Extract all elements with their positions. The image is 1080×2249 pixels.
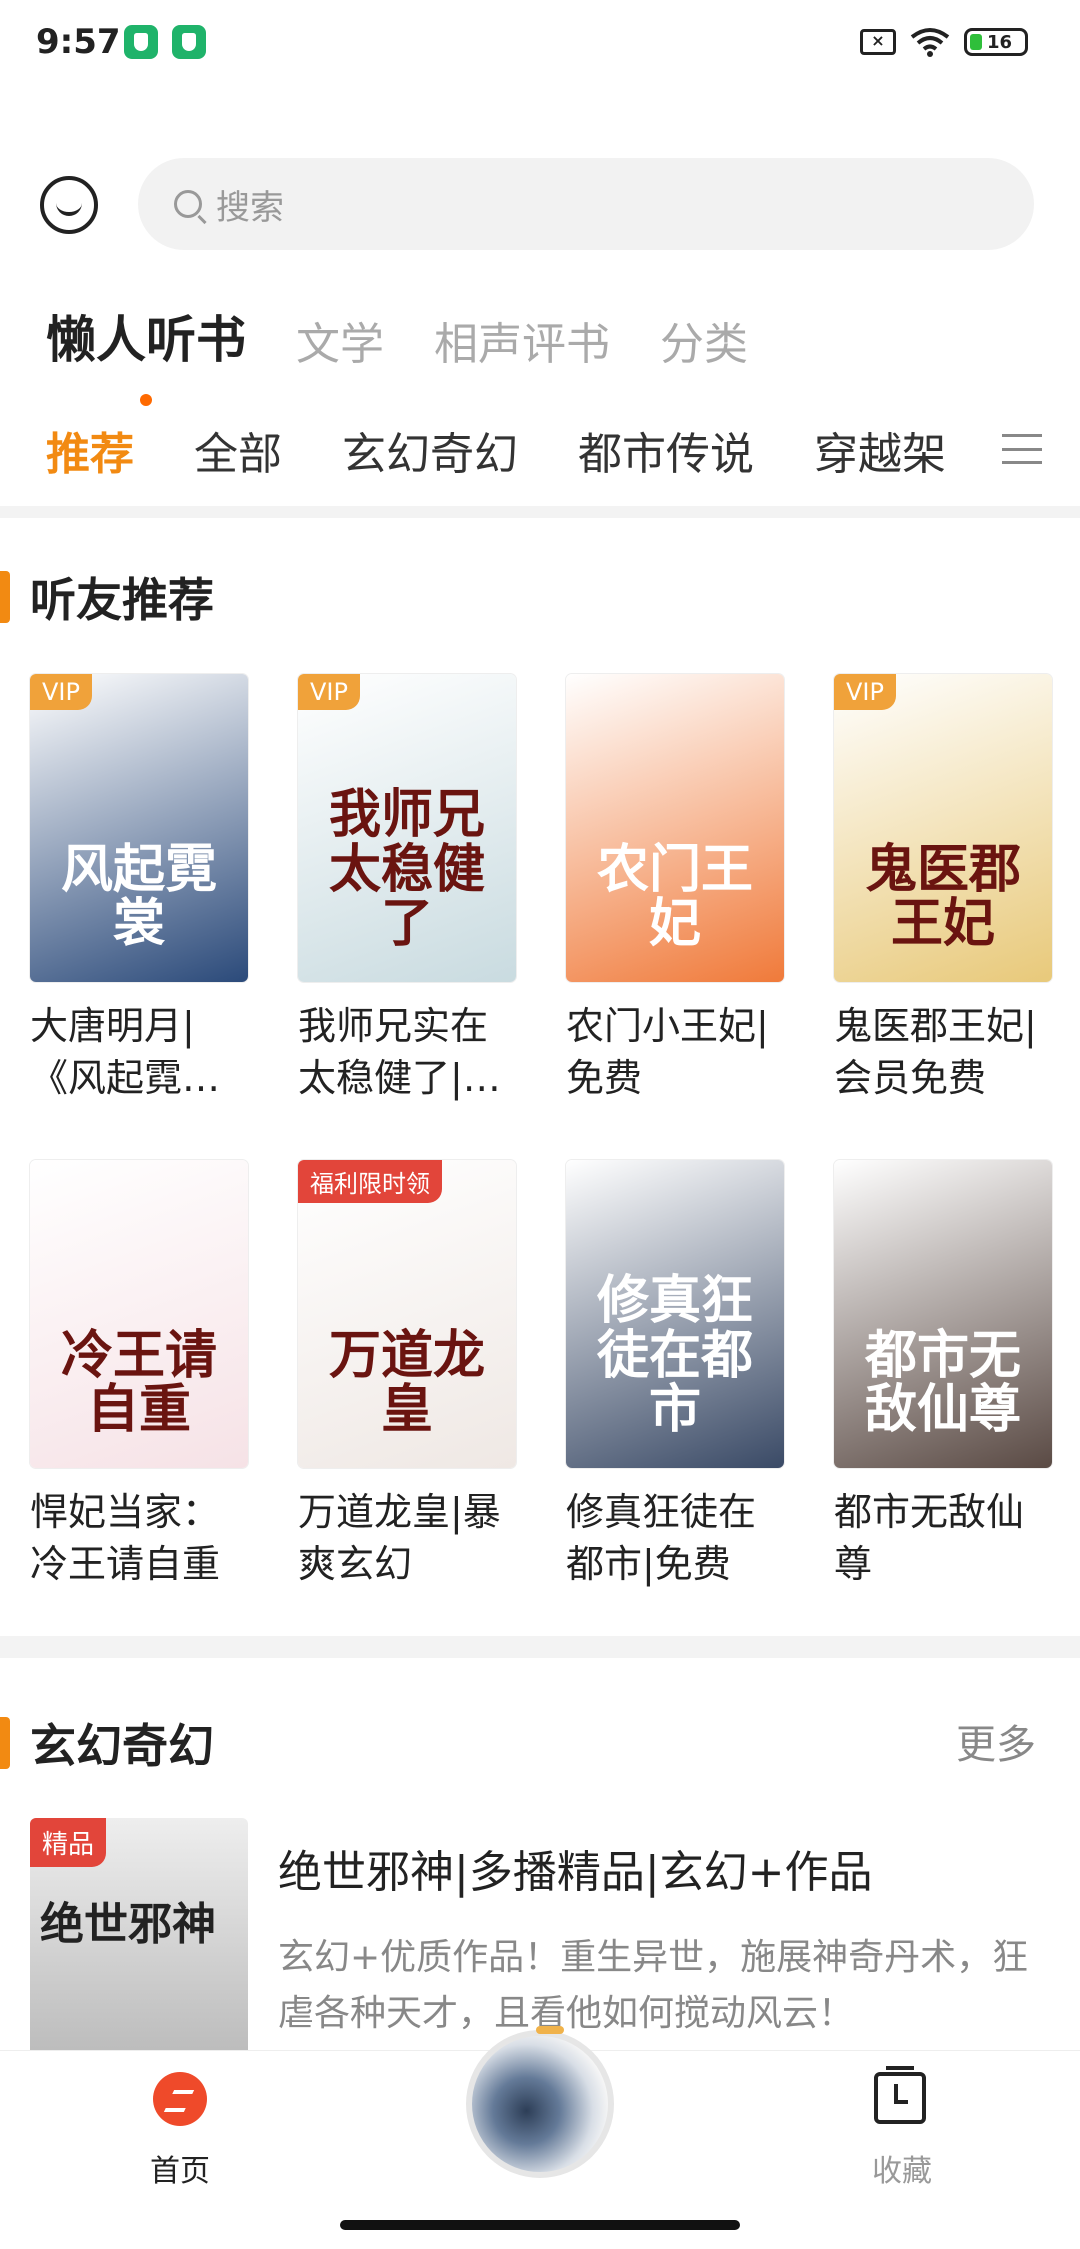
section-title: 听友推荐 [30,573,214,627]
book-card[interactable]: 农门王妃农门小王妃|免费 [566,674,784,1104]
book-title[interactable]: 悍妃当家：冷王请自重 [30,1486,248,1590]
promo-badge: 福利限时领 [298,1160,442,1203]
book-cover[interactable]: VIP 风起霓裳 [30,674,248,982]
vip-badge: VIP [298,674,360,710]
user-avatar-icon[interactable] [40,176,98,234]
active-dot [140,394,152,406]
book-cover[interactable]: 冷王请自重 [30,1160,248,1468]
vip-badge: VIP [834,674,896,710]
book-title[interactable]: 农门小王妃|免费 [566,1000,784,1104]
book-cover[interactable]: 福利限时领万道龙皇 [298,1160,516,1468]
home-indicator [340,2220,740,2230]
wifi-icon [910,27,950,57]
cover-art-text: 绝世邪神 [40,1899,216,1950]
no-sim-icon: × [860,29,896,55]
cat-tab-all[interactable]: 全部 [194,418,282,482]
category-tabs: 推荐 全部 玄幻奇幻 都市传说 穿越架 [46,418,946,518]
book-title[interactable]: 大唐明月|《风起霓… [30,1000,248,1104]
book-card[interactable]: 冷王请自重悍妃当家：冷王请自重 [30,1160,248,1590]
book-title[interactable]: 都市无敌仙尊 [834,1486,1052,1590]
book-cover[interactable]: 农门王妃 [566,674,784,982]
nav-home-label[interactable]: 首页 [150,2146,210,2190]
cat-tab-urban[interactable]: 都市传说 [578,418,754,482]
cover-art-text: 农门王妃 [596,839,753,955]
section-header: 听友推荐 [0,564,214,630]
section-header: 玄幻奇幻 [0,1710,214,1776]
search-placeholder: 搜索 [216,187,284,228]
favorites-icon[interactable] [874,2066,926,2124]
book-card[interactable]: VIP 风起霓裳大唐明月|《风起霓… [30,674,248,1104]
book-cover[interactable]: VIP 我师兄太稳健了 [298,674,516,982]
tab-crosstalk[interactable]: 相声评书 [434,308,610,372]
battery-icon: 16 [964,28,1028,56]
book-title[interactable]: 修真狂徒在都市|免费 [566,1486,784,1590]
book-card[interactable]: VIP 我师兄太稳健了我师兄实在太稳健了|… [298,674,516,1104]
status-right: × 16 [860,26,1028,58]
section-title: 玄幻奇幻 [30,1719,214,1773]
book-card[interactable]: 福利限时领万道龙皇万道龙皇|暴爽玄幻 [298,1160,516,1590]
player-progress [536,2026,564,2034]
book-description: 玄幻+优质作品！重生异世，施展神奇丹术，狂虐各种天才，且看他如何搅动风云！ [278,1937,1029,2034]
book-card[interactable]: 修真狂徒在都市修真狂徒在都市|免费 [566,1160,784,1590]
book-cover[interactable]: 精品 绝世邪神 [30,1818,248,2058]
book-title[interactable]: 万道龙皇|暴爽玄幻 [298,1486,516,1590]
status-time: 9:57 [36,22,121,62]
search-icon [174,190,202,218]
book-cover[interactable]: VIP 鬼医郡王妃 [834,674,1052,982]
premium-badge: 精品 [30,1818,107,1867]
menu-icon[interactable] [1002,434,1042,464]
cover-art-text: 风起霓裳 [60,839,217,955]
vip-badge: VIP [30,674,92,710]
cat-tab-timetravel[interactable]: 穿越架 [814,418,946,482]
cover-art-text: 鬼医郡王妃 [864,839,1021,955]
tab-lanren[interactable]: 懒人听书 [46,300,246,406]
tab-category[interactable]: 分类 [660,308,748,372]
cover-art-text: 都市无敌仙尊 [864,1325,1021,1441]
book-card[interactable]: 都市无敌仙尊 都市无敌仙尊 [834,1160,1052,1590]
cat-tab-fantasy[interactable]: 玄幻奇幻 [342,418,518,482]
shield-app-icon [124,25,158,59]
main-tabs: 懒人听书 文学 相声评书 分类 [46,300,798,406]
nav-favorites-label[interactable]: 收藏 [872,2146,932,2190]
player-disc-button[interactable] [466,2030,614,2178]
book-title[interactable]: 我师兄实在太稳健了|… [298,1000,516,1104]
cat-tab-recommend[interactable]: 推荐 [46,418,134,518]
book-cover[interactable]: 修真狂徒在都市 [566,1160,784,1468]
book-title[interactable]: 绝世邪神|多播精品|玄幻+作品 [278,1836,873,1900]
cover-art-text: 冷王请自重 [60,1325,217,1441]
cover-art-text: 修真狂徒在都市 [596,1271,753,1441]
more-link[interactable]: 更多 [956,1712,1036,1770]
book-cover[interactable]: 都市无敌仙尊 [834,1160,1052,1468]
cover-art-text: 我师兄太稳健了 [328,785,485,955]
book-title[interactable]: 鬼医郡王妃|会员免费 [834,1000,1052,1104]
cover-art-text: 万道龙皇 [328,1325,485,1441]
home-icon[interactable] [153,2072,207,2126]
search-input[interactable]: 搜索 [138,158,1034,250]
tab-literature[interactable]: 文学 [296,308,384,372]
shield-app-icon [172,25,206,59]
book-card[interactable]: VIP 鬼医郡王妃鬼医郡王妃|会员免费 [834,674,1052,1104]
